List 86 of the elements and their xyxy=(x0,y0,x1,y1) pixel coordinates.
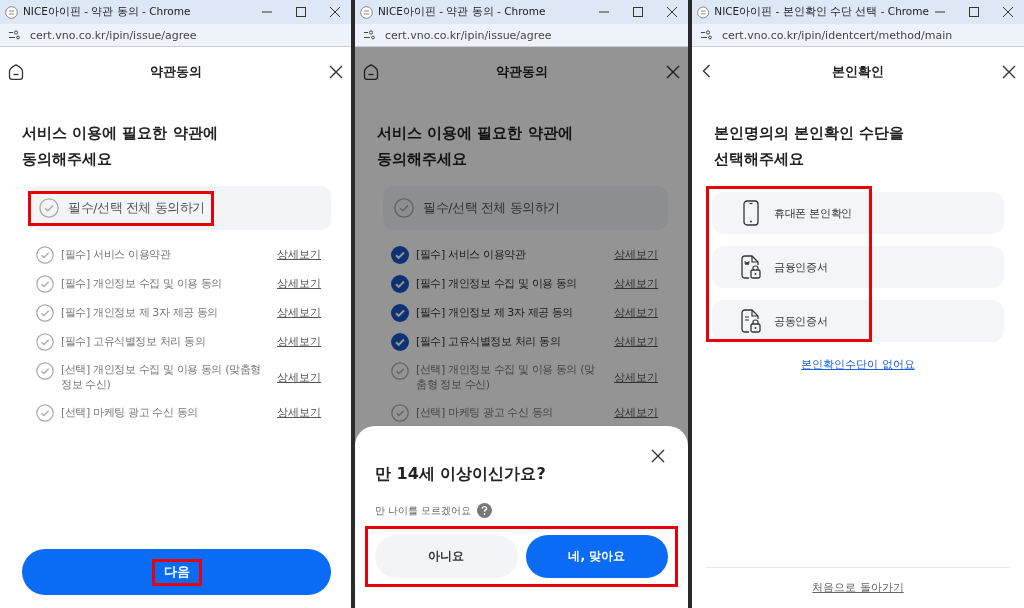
checked-circle-icon[interactable] xyxy=(391,332,409,351)
check-circle-icon[interactable] xyxy=(36,362,54,380)
no-method-link[interactable]: 본인확인수단이 없어요 xyxy=(801,358,915,372)
page-title: 약관동의 xyxy=(495,63,548,81)
agree-all-row[interactable]: 필수/선택 전체 동의하기 xyxy=(383,186,668,230)
term-label: [필수] 고유식별정보 처리 동의 xyxy=(61,334,207,349)
url-text[interactable]: cert.vno.co.kr/ipin/issue/agree xyxy=(30,28,197,42)
document-lock-icon xyxy=(740,308,762,334)
term-label: [필수] 서비스 이용약관 xyxy=(61,247,172,262)
window-title: NICE아이핀 - 약관 동의 - Chrome xyxy=(23,5,192,19)
term-label: [선택] 개인정보 수집 및 이용 동의 (맞춤형 정보 수신) xyxy=(416,362,596,392)
heading-text: 서비스 이용에 필요한 약관에 동의해주세요 xyxy=(22,123,219,170)
phone-icon xyxy=(740,200,762,226)
details-link[interactable]: 상세보기 xyxy=(614,369,658,385)
term-label: [필수] 개인정보 수집 및 이용 동의 xyxy=(61,276,224,291)
confirm-button[interactable]: 네, 맞아요 xyxy=(525,535,668,578)
help-icon[interactable] xyxy=(477,503,493,518)
house-icon[interactable] xyxy=(362,63,380,81)
check-circle-icon[interactable] xyxy=(391,403,409,422)
details-link[interactable]: 상세보기 xyxy=(277,276,321,291)
details-link[interactable]: 상세보기 xyxy=(277,247,321,262)
maximize-icon[interactable] xyxy=(632,6,644,18)
site-settings-icon[interactable] xyxy=(8,29,20,41)
site-logo-icon xyxy=(360,5,373,19)
check-circle-icon[interactable] xyxy=(39,198,59,218)
details-link[interactable]: 상세보기 xyxy=(277,305,321,320)
method-option[interactable]: 공동인증서 xyxy=(712,300,1004,342)
page-title: 약관동의 xyxy=(149,63,202,81)
agree-all-label: 필수/선택 전체 동의하기 xyxy=(423,199,560,217)
maximize-icon[interactable] xyxy=(295,6,307,18)
sheet-title: 만 14세 이상이신가요? xyxy=(375,464,547,485)
house-icon[interactable] xyxy=(7,63,25,81)
close-icon[interactable] xyxy=(328,64,344,80)
details-link[interactable]: 상세보기 xyxy=(614,276,658,291)
window-title: NICE아이핀 - 본인확인 수단 선택 - Chrome xyxy=(714,5,929,19)
heading-text: 서비스 이용에 필요한 약관에 동의해주세요 xyxy=(377,123,574,170)
term-label: [필수] 개인정보 제 3자 제공 동의 xyxy=(416,305,575,320)
document-lock-icon xyxy=(740,254,762,280)
check-circle-icon[interactable] xyxy=(36,403,54,422)
details-link[interactable]: 상세보기 xyxy=(614,247,658,262)
close-icon[interactable] xyxy=(1001,64,1017,80)
url-text[interactable]: cert.vno.co.kr/ipin/identcert/method/main xyxy=(722,28,953,42)
close-icon[interactable] xyxy=(665,64,681,80)
checked-circle-icon[interactable] xyxy=(391,303,409,322)
check-circle-icon[interactable] xyxy=(394,198,414,218)
cancel-button[interactable]: 아니요 xyxy=(375,535,518,578)
return-home-link[interactable]: 처음으로 돌아가기 xyxy=(812,581,904,595)
term-label: [필수] 서비스 이용약관 xyxy=(416,247,527,262)
url-text[interactable]: cert.vno.co.kr/ipin/issue/agree xyxy=(385,28,552,42)
details-link[interactable]: 상세보기 xyxy=(614,305,658,320)
method-option[interactable]: 휴대폰 본인확인 xyxy=(712,192,1004,234)
check-circle-icon[interactable] xyxy=(391,362,409,380)
term-label: [필수] 고유식별정보 처리 동의 xyxy=(416,334,562,349)
term-label: [선택] 개인정보 수집 및 이용 동의 (맞춤형 정보 수신) xyxy=(61,362,262,392)
check-circle-icon[interactable] xyxy=(36,303,54,322)
term-label: [필수] 개인정보 수집 및 이용 동의 xyxy=(416,276,579,291)
details-link[interactable]: 상세보기 xyxy=(277,334,321,349)
checked-circle-icon[interactable] xyxy=(391,245,409,264)
details-link[interactable]: 상세보기 xyxy=(614,405,658,420)
window-title: NICE아이핀 - 약관 동의 - Chrome xyxy=(378,5,547,19)
next-button[interactable]: 다음 xyxy=(22,549,331,595)
site-logo-icon xyxy=(5,5,18,19)
check-circle-icon[interactable] xyxy=(36,274,54,293)
checked-circle-icon[interactable] xyxy=(391,274,409,293)
close-icon[interactable] xyxy=(329,6,341,18)
check-circle-icon[interactable] xyxy=(36,245,54,264)
method-option[interactable]: 금융인증서 xyxy=(712,246,1004,288)
site-logo-icon xyxy=(697,5,710,19)
site-settings-icon[interactable] xyxy=(700,29,712,41)
term-label: [선택] 마케팅 광고 수신 동의 xyxy=(61,405,199,420)
term-label: [필수] 개인정보 제 3자 제공 동의 xyxy=(61,305,220,320)
close-icon[interactable] xyxy=(1002,6,1014,18)
agree-all-row[interactable]: 필수/선택 전체 동의하기 xyxy=(28,186,331,230)
help-text[interactable]: 만 나이를 모르겠어요 xyxy=(375,503,472,518)
agree-all-label: 필수/선택 전체 동의하기 xyxy=(68,199,205,217)
details-link[interactable]: 상세보기 xyxy=(277,405,321,420)
details-link[interactable]: 상세보기 xyxy=(614,334,658,349)
maximize-icon[interactable] xyxy=(968,6,980,18)
check-circle-icon[interactable] xyxy=(36,332,54,351)
close-icon[interactable] xyxy=(666,6,678,18)
term-label: [선택] 마케팅 광고 수신 동의 xyxy=(416,405,554,420)
heading-text: 본인명의의 본인확인 수단을 선택해주세요 xyxy=(714,123,906,170)
page-title: 본인확인 xyxy=(832,63,884,81)
details-link[interactable]: 상세보기 xyxy=(277,369,321,385)
close-icon[interactable] xyxy=(650,448,666,464)
site-settings-icon[interactable] xyxy=(363,29,375,41)
